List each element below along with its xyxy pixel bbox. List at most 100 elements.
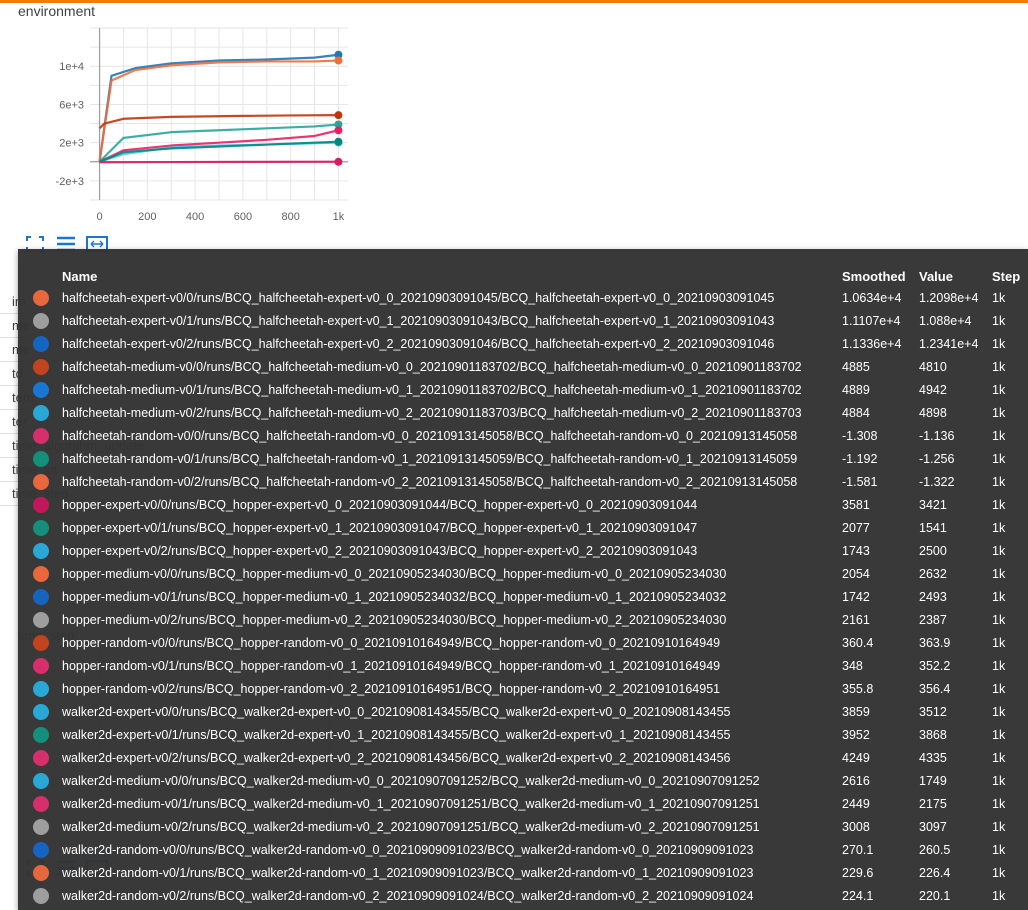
run-name: halfcheetah-random-v0/1/runs/BCQ_halfche…: [62, 451, 798, 466]
step-column-header: Step: [992, 269, 1021, 284]
step-value: 1k: [992, 313, 1006, 328]
run-name: halfcheetah-expert-v0/1/runs/BCQ_halfche…: [62, 313, 775, 328]
run-name: hopper-expert-v0/0/runs/BCQ_hopper-exper…: [62, 497, 698, 512]
run-color-swatch: [33, 887, 49, 904]
run-name: hopper-random-v0/2/runs/BCQ_hopper-rando…: [62, 681, 721, 696]
series-endpoint: [334, 157, 343, 166]
run-name: walker2d-random-v0/0/runs/BCQ_walker2d-r…: [62, 842, 754, 857]
run-name: halfcheetah-expert-v0/2/runs/BCQ_halfche…: [62, 336, 775, 351]
tooltip-row: walker2d-expert-v0/1/runs/BCQ_walker2d-e…: [18, 723, 1028, 746]
step-value: 1k: [992, 497, 1006, 512]
name-column-header: Name: [62, 269, 98, 284]
raw-value: 3868: [919, 727, 947, 742]
step-value: 1k: [992, 635, 1006, 650]
tooltip-row: halfcheetah-expert-v0/0/runs/BCQ_halfche…: [18, 286, 1028, 309]
smoothed-value: 270.1: [842, 842, 874, 857]
run-color-cell: [18, 424, 62, 447]
tooltip-row: halfcheetah-random-v0/2/runs/BCQ_halfche…: [18, 470, 1028, 493]
raw-value: 1.2098e+4: [919, 290, 979, 305]
run-name: hopper-medium-v0/0/runs/BCQ_hopper-mediu…: [62, 566, 727, 581]
step-value: 1k: [992, 865, 1006, 880]
top-accent-bar: [0, 0, 1028, 3]
x-tick-label: 1k: [333, 211, 345, 223]
run-color-swatch: [33, 818, 49, 835]
run-color-cell: [18, 815, 62, 838]
step-value: 1k: [992, 290, 1006, 305]
smoothed-value: 360.4: [842, 635, 874, 650]
run-name: hopper-medium-v0/1/runs/BCQ_hopper-mediu…: [62, 589, 727, 604]
raw-value: 220.1: [919, 888, 951, 903]
run-color-swatch: [33, 358, 49, 375]
tooltip-row: walker2d-medium-v0/1/runs/BCQ_walker2d-m…: [18, 792, 1028, 815]
run-color-swatch: [33, 335, 49, 352]
run-name: hopper-random-v0/1/runs/BCQ_hopper-rando…: [62, 658, 721, 673]
run-color-cell: [18, 493, 62, 516]
run-name: walker2d-medium-v0/1/runs/BCQ_walker2d-m…: [62, 796, 760, 811]
run-color-swatch: [33, 841, 49, 858]
run-color-cell: [18, 884, 62, 907]
run-color-cell: [18, 516, 62, 539]
tooltip-row: hopper-medium-v0/1/runs/BCQ_hopper-mediu…: [18, 585, 1028, 608]
raw-value: 2632: [919, 566, 947, 581]
run-color-swatch: [33, 772, 49, 789]
tooltip-row: hopper-random-v0/1/runs/BCQ_hopper-rando…: [18, 654, 1028, 677]
run-name: halfcheetah-random-v0/2/runs/BCQ_halfche…: [62, 474, 798, 489]
smoothed-value: 2077: [842, 520, 870, 535]
run-color-cell: [18, 286, 62, 309]
x-tick-label: 200: [138, 211, 156, 223]
raw-value: 1541: [919, 520, 947, 535]
step-value: 1k: [992, 405, 1006, 420]
run-name: hopper-expert-v0/2/runs/BCQ_hopper-exper…: [62, 543, 698, 558]
run-name: walker2d-medium-v0/2/runs/BCQ_walker2d-m…: [62, 819, 760, 834]
step-value: 1k: [992, 520, 1006, 535]
step-value: 1k: [992, 336, 1006, 351]
raw-value: 1.2341e+4: [919, 336, 979, 351]
step-value: 1k: [992, 543, 1006, 558]
raw-value: 260.5: [919, 842, 951, 857]
step-value: 1k: [992, 842, 1006, 857]
run-color-cell: [18, 447, 62, 470]
series-endpoint: [334, 111, 343, 120]
raw-value: 4942: [919, 382, 947, 397]
raw-value: -1.322: [919, 474, 955, 489]
smoothed-value: 1742: [842, 589, 870, 604]
run-color-cell: [18, 700, 62, 723]
run-name: halfcheetah-medium-v0/2/runs/BCQ_halfche…: [62, 405, 802, 420]
smoothed-value: 3581: [842, 497, 870, 512]
tooltip-row: hopper-expert-v0/2/runs/BCQ_hopper-exper…: [18, 539, 1028, 562]
run-color-swatch: [33, 864, 49, 881]
step-value: 1k: [992, 382, 1006, 397]
run-name: halfcheetah-medium-v0/1/runs/BCQ_halfche…: [62, 382, 802, 397]
raw-value: 3421: [919, 497, 947, 512]
run-color-cell: [18, 769, 62, 792]
run-color-swatch: [33, 312, 49, 329]
smoothed-value: 2449: [842, 796, 870, 811]
tooltip-row: hopper-medium-v0/0/runs/BCQ_hopper-mediu…: [18, 562, 1028, 585]
raw-value: 363.9: [919, 635, 951, 650]
smoothed-value: 1.1336e+4: [842, 336, 902, 351]
run-color-cell: [18, 608, 62, 631]
tooltip-row: halfcheetah-medium-v0/2/runs/BCQ_halfche…: [18, 401, 1028, 424]
smoothed-value: -1.581: [842, 474, 878, 489]
tooltip-row: halfcheetah-random-v0/1/runs/BCQ_halfche…: [18, 447, 1028, 470]
raw-value: 2175: [919, 796, 947, 811]
tooltip-row: walker2d-random-v0/0/runs/BCQ_walker2d-r…: [18, 838, 1028, 861]
run-color-cell: [18, 631, 62, 654]
raw-value: 2500: [919, 543, 947, 558]
y-tick-label: 1e+4: [59, 61, 84, 73]
tooltip-row: walker2d-expert-v0/0/runs/BCQ_walker2d-e…: [18, 700, 1028, 723]
run-color-cell: [18, 861, 62, 884]
environment-chart[interactable]: 0 200 400 600 800 1k -2e+3 2e+3 6e+3 1e+4: [40, 22, 360, 232]
step-value: 1k: [992, 727, 1006, 742]
run-name: hopper-expert-v0/1/runs/BCQ_hopper-exper…: [62, 520, 698, 535]
run-color-swatch: [33, 289, 49, 306]
raw-value: 3512: [919, 704, 947, 719]
run-color-cell: [18, 539, 62, 562]
smoothed-value: 4884: [842, 405, 870, 420]
raw-value: -1.256: [919, 451, 955, 466]
tooltip-row: halfcheetah-medium-v0/0/runs/BCQ_halfche…: [18, 355, 1028, 378]
smoothed-value: 1.1107e+4: [842, 313, 901, 328]
run-name: halfcheetah-random-v0/0/runs/BCQ_halfche…: [62, 428, 798, 443]
y-tick-label: 2e+3: [59, 138, 84, 150]
tooltip-row: walker2d-random-v0/2/runs/BCQ_walker2d-r…: [18, 884, 1028, 907]
